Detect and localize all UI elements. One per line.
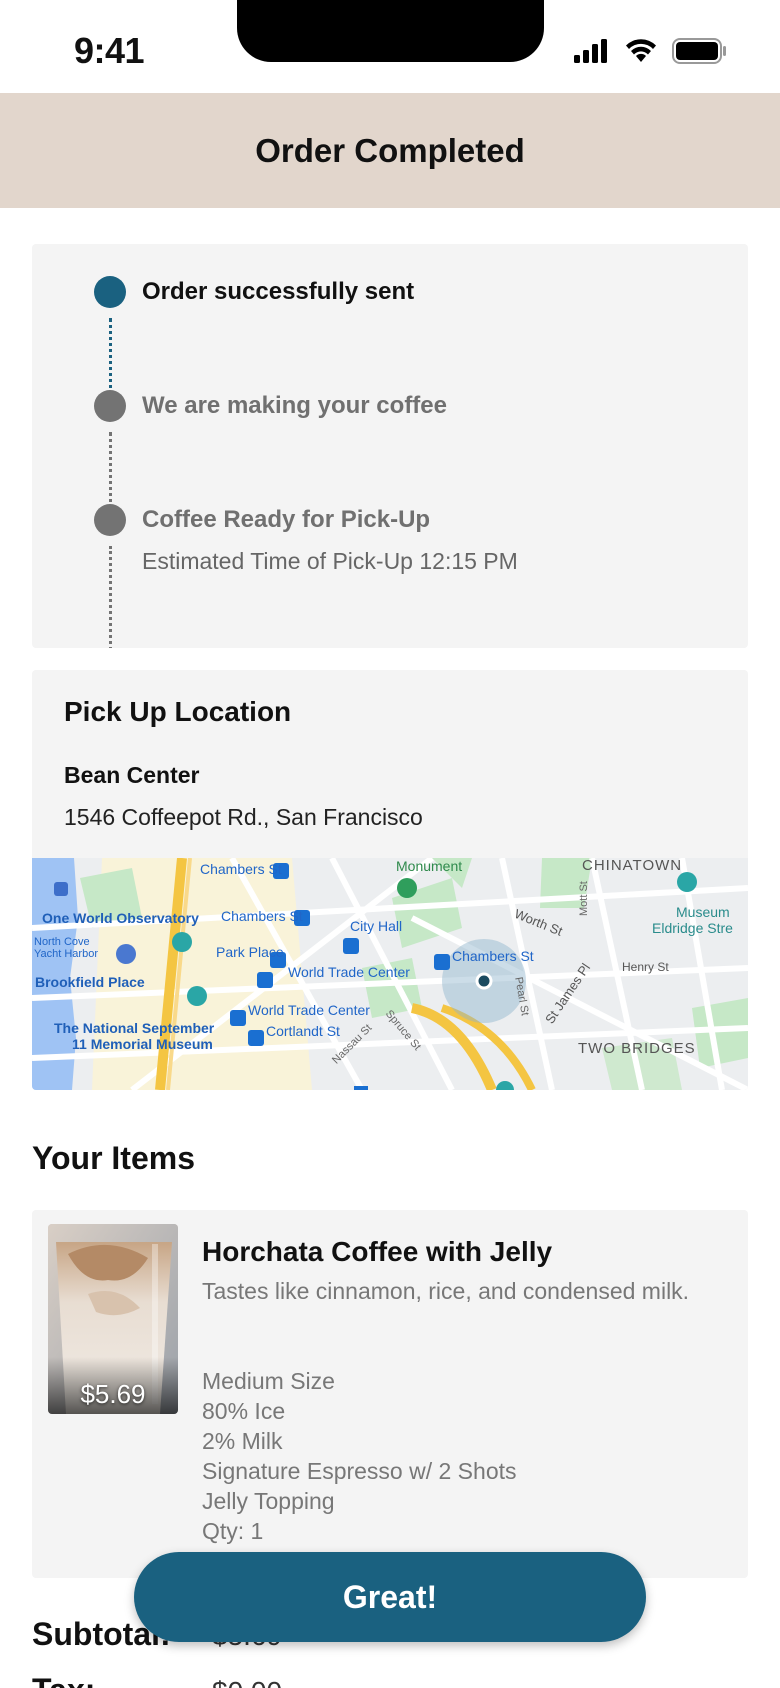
battery-icon <box>672 38 726 64</box>
status-icons <box>574 38 728 64</box>
progress-step-making-coffee: We are making your coffee <box>94 390 447 422</box>
item-name: Horchata Coffee with Jelly <box>202 1236 553 1267</box>
page-title: Order Completed <box>255 132 525 169</box>
order-item-card[interactable]: $5.69 Horchata Coffee with Jelly Tastes … <box>32 1210 748 1578</box>
cellular-signal-icon <box>574 39 607 63</box>
status-time: 9:41 <box>74 30 145 71</box>
map-label: North Cove Yacht Harbor <box>34 936 98 960</box>
map-label: Brookfield Place <box>35 974 145 990</box>
map-label: Chambers St <box>221 908 303 924</box>
map-label: World Trade Center <box>288 964 410 980</box>
map-label: TWO BRIDGES <box>578 1040 696 1057</box>
estimated-pickup-time: Estimated Time of Pick-Up 12:15 PM <box>142 548 518 574</box>
item-option-milk: 2% Milk <box>202 1428 283 1454</box>
item-description: Tastes like cinnamon, rice, and condense… <box>202 1278 690 1304</box>
map-label: Museum <box>676 904 730 920</box>
item-price: $5.69 <box>80 1379 146 1409</box>
progress-step-label: We are making your coffee <box>142 392 447 419</box>
pickup-location-title: Pick Up Location <box>64 696 292 727</box>
map-label: World Trade Center <box>248 1002 370 1018</box>
item-thumbnail: $5.69 <box>48 1224 178 1414</box>
map-label: Chambers St <box>452 948 534 964</box>
map-label: Park Place <box>216 944 284 960</box>
item-option-qty: Qty: 1 <box>202 1518 264 1544</box>
progress-step-ready-for-pickup: Coffee Ready for Pick-Up Estimated Time … <box>94 504 532 576</box>
pickup-location-card: Pick Up Location Bean Center 1546 Coffee… <box>32 670 748 1090</box>
map-label: City Hall <box>350 918 403 934</box>
status-bar: 9:41 <box>0 0 780 94</box>
item-option-topping: Jelly Topping <box>202 1488 335 1514</box>
item-option-espresso: Signature Espresso w/ 2 Shots <box>202 1458 517 1484</box>
progress-dot-inactive <box>94 390 126 422</box>
store-name: Bean Center <box>64 762 200 788</box>
order-completed-screen: 9:41 Order Completed Order successfully … <box>0 0 780 1688</box>
map-label: Henry St <box>622 960 669 974</box>
device-notch <box>237 0 544 62</box>
progress-step-order-sent: Order successfully sent <box>94 276 414 308</box>
map-label: Worth St <box>512 906 565 939</box>
order-progress-card: Order successfully sent We are making yo… <box>32 244 748 648</box>
map-label: 11 Memorial Museum <box>72 1036 213 1052</box>
map-label: Monument <box>396 858 463 874</box>
map-label: St James Pl <box>542 960 594 1027</box>
map-labels: Chambers St Monument CHINATOWN One World… <box>32 858 748 1090</box>
map-label: The National September <box>54 1020 215 1036</box>
map-label: Chambers St <box>200 861 282 877</box>
progress-dot-active <box>94 276 126 308</box>
map-label: CHINATOWN <box>582 858 683 874</box>
items-heading: Your Items <box>32 1140 195 1176</box>
item-option-ice: 80% Ice <box>202 1398 286 1424</box>
map-label: Spruce St <box>382 1008 424 1053</box>
map-label: Cortlandt St <box>266 1023 340 1039</box>
wifi-icon <box>626 39 656 62</box>
map-label: Mott St <box>578 881 590 916</box>
item-option-size: Medium Size <box>202 1368 335 1394</box>
tax-value: $0.00 <box>212 1676 282 1688</box>
item-options: Medium Size 80% Ice 2% Milk Signature Es… <box>202 1366 517 1546</box>
progress-step-label: Coffee Ready for Pick-Up <box>142 506 431 533</box>
store-address: 1546 Coffeepot Rd., San Francisco <box>64 804 423 830</box>
great-button[interactable]: Great! <box>134 1552 646 1642</box>
pickup-map[interactable]: Chambers St Monument CHINATOWN One World… <box>32 858 748 1090</box>
page-header: Order Completed <box>0 94 780 208</box>
tax-row: Tax: $0.00 <box>32 1672 748 1688</box>
map-label: One World Observatory <box>42 910 199 926</box>
progress-step-label: Order successfully sent <box>142 278 415 305</box>
map-label: Pearl St <box>512 976 531 1017</box>
progress-dot-inactive <box>94 504 126 536</box>
map-label: Eldridge Stre <box>652 920 733 936</box>
tax-label: Tax: <box>32 1672 212 1688</box>
progress-connector-2 <box>109 432 112 510</box>
progress-connector-1 <box>109 318 112 396</box>
